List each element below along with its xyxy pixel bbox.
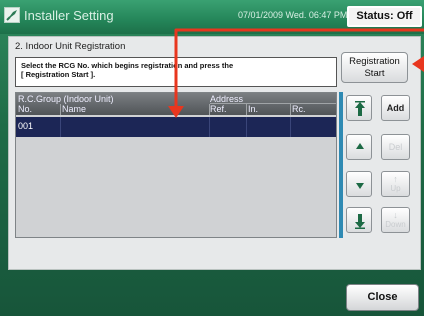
table-header: R.C.Group (Indoor Unit) Address No. Name… bbox=[16, 93, 336, 115]
scrollbar-thumb[interactable] bbox=[339, 92, 343, 238]
column-header-no: No. bbox=[18, 104, 33, 114]
registration-table: R.C.Group (Indoor Unit) Address No. Name… bbox=[15, 92, 337, 238]
panel-title: 2. Indoor Unit Registration bbox=[15, 41, 126, 52]
status-badge: Status: Off bbox=[347, 6, 422, 27]
table-row[interactable]: 001 bbox=[16, 117, 336, 137]
screen: Installer Setting 07/01/2009 Wed. 06:47 … bbox=[0, 0, 424, 316]
column-header-in: In. bbox=[248, 104, 259, 114]
add-button[interactable]: Add bbox=[381, 95, 410, 121]
close-button[interactable]: Close bbox=[346, 284, 419, 311]
instruction-line-1: Select the RCG No. which begins registra… bbox=[21, 61, 234, 70]
page-down-button[interactable] bbox=[346, 171, 372, 197]
double-arrow-down-icon bbox=[355, 214, 365, 229]
delete-button[interactable]: Del bbox=[381, 134, 410, 160]
datetime-label: 07/01/2009 Wed. 06:47 PM bbox=[238, 10, 348, 20]
arrow-up-icon bbox=[356, 143, 364, 149]
arrow-down-icon bbox=[356, 183, 364, 189]
move-down-arrow: ↓ bbox=[393, 210, 398, 220]
page-up-button[interactable] bbox=[346, 134, 372, 160]
instruction-line-2: [ Registration Start ]. bbox=[21, 70, 96, 79]
page-top-button[interactable] bbox=[346, 95, 372, 121]
header-group-label: R.C.Group (Indoor Unit) bbox=[18, 94, 114, 104]
registration-start-label-1: Registration bbox=[349, 56, 400, 67]
page-title: Installer Setting bbox=[24, 8, 114, 23]
move-up-arrow: ↑ bbox=[393, 174, 398, 184]
column-header-rc: Rc. bbox=[292, 104, 306, 114]
move-up-button[interactable]: ↑ Up bbox=[381, 171, 410, 197]
installer-setting-icon bbox=[4, 7, 20, 23]
row-no-cell: 001 bbox=[18, 121, 34, 131]
page-bottom-button[interactable] bbox=[346, 207, 372, 233]
move-down-label: Down bbox=[385, 220, 406, 229]
double-arrow-up-icon bbox=[355, 101, 365, 116]
column-header-ref: Ref. bbox=[210, 104, 227, 114]
column-header-name: Name bbox=[62, 104, 87, 114]
title-bar: Installer Setting 07/01/2009 Wed. 06:47 … bbox=[0, 0, 424, 34]
move-up-label: Up bbox=[390, 184, 401, 193]
move-down-button[interactable]: ↓ Down bbox=[381, 207, 410, 233]
registration-start-label-2: Start bbox=[364, 68, 385, 79]
registration-start-button[interactable]: Registration Start bbox=[341, 52, 408, 83]
instruction-box: Select the RCG No. which begins registra… bbox=[15, 57, 337, 87]
